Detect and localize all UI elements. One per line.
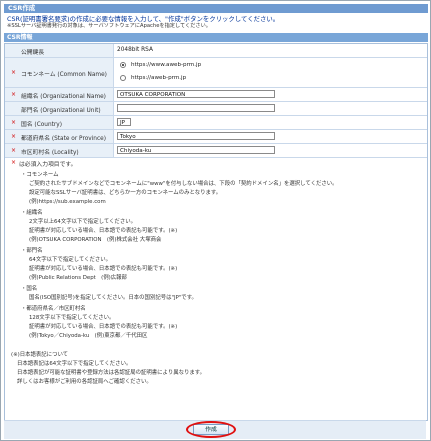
country-label: 国名 (Country) [21,122,62,128]
page-title: CSR作成 [4,4,428,13]
org-name-label: 組織名 (Organizational Name) [21,94,106,100]
highlight-ring [186,421,236,438]
common-name-radio-www[interactable] [120,62,126,68]
row-common-name: × コモンネーム (Common Name) https://www.aweb-… [5,58,427,88]
note-line: (※)日本語表記について [11,352,69,358]
note-line: ・国名 [21,286,38,292]
note-line: 証明書が対応している場合、日本語での表記も可能です。(※) [29,228,178,234]
note-line: (例)Public Relations Dept (例)広報部 [29,275,127,281]
csr-form: 公開鍵長 2048bit RSA × コモンネーム (Common Name) … [4,43,428,421]
required-mark: × [11,119,17,126]
intro-note: ※SSLサーバ証明書発行の対象は、サーバソフトウェアにApacheを指定してくだ… [7,23,211,29]
row-locality: × 市区町村名 (Locality) Chiyoda-ku [5,144,427,158]
note-line: 日本語表記が可能な証明書や登録方法は各認証局の証明書により異なります。 [17,370,206,376]
dialog-frame: CSR作成 CSR(証明書署名要求)の作成に必要な情報を入力して、"作成"ボタン… [0,0,431,441]
key-length-label: 公開鍵長 [21,50,45,56]
note-line: 証明書が対応している場合、日本語での表記も可能です。(※) [29,324,178,330]
note-line: 国名(ISO国別記号)を指定してください。日本の国別記号は"JP"です。 [29,295,197,301]
required-mark: × [11,91,17,98]
note-line: 日本語表記は64文字以下で指定してください。 [17,361,132,367]
note-line: ・コモンネーム [21,172,59,178]
common-name-label: コモンネーム (Common Name) [21,72,107,78]
common-name-option-root: https://aweb-prm.jp [131,75,187,81]
intro-instruction: CSR(証明書署名要求)の作成に必要な情報を入力して、"作成"ボタンをクリックし… [7,15,280,23]
row-state: × 都道府県名 (State or Province) Tokyo [5,130,427,144]
note-line: 証明書が対応している場合、日本語での表記も可能です。(※) [29,266,178,272]
org-unit-input[interactable] [117,104,275,112]
country-input[interactable]: JP [117,118,131,126]
state-input[interactable]: Tokyo [117,132,275,140]
required-mark: × [11,147,17,154]
note-line: 128文字以下で指定してください。 [29,315,115,321]
intro-text: CSR(証明書署名要求)の作成に必要な情報を入力して、"作成"ボタンをクリックし… [7,15,423,30]
note-line: ご契約されたサブドメインなどでコモンネームに"www"を付与しない場合は、下段の… [29,181,338,187]
row-country: × 国名 (Country) JP [5,116,427,130]
note-line: ・部門名 [21,248,43,254]
state-label: 都道府県名 (State or Province) [21,136,106,142]
common-name-radio-root[interactable] [120,75,126,81]
note-line: 2文字以上64文字以下で指定してください。 [29,219,136,225]
required-mark: × [11,159,17,166]
note-line: (例)OTSUKA CORPORATION (例)株式会社 大塚商会 [29,237,162,243]
locality-label: 市区町村名 (Locality) [21,150,79,156]
org-name-input[interactable]: OTSUKA CORPORATION [117,90,275,98]
note-line: 設定可能なSSLサーバ証明書は、どちらか一方のコモンネームのみとなります。 [29,190,222,196]
note-line: 詳しくはお客様がご利用の各認証局へご確認ください。 [17,379,152,385]
required-mark: × [11,133,17,140]
note-line: (例)https://sub.example.com [29,199,106,205]
row-org-unit: 部門名 (Organizational Unit) [5,102,427,116]
note-line: (例)Tokyo／Chiyoda-ku (例)東京都／千代田区 [29,333,148,339]
note-line: 64文字以下で指定してください。 [29,257,112,263]
note-line: ・都道府県名／市区町村名 [21,306,86,312]
action-bar: 作成 [4,420,426,439]
row-key-length: 公開鍵長 2048bit RSA [5,44,427,58]
common-name-option-www: https://www.aweb-prm.jp [131,62,202,68]
locality-input[interactable]: Chiyoda-ku [117,146,275,154]
required-note: は必須入力項目です。 [19,162,77,168]
key-length-value: 2048bit RSA [117,47,153,53]
required-mark: × [11,69,17,76]
row-org-name: × 組織名 (Organizational Name) OTSUKA CORPO… [5,88,427,102]
section-title: CSR情報 [4,33,428,42]
help-notes: × は必須入力項目です。 ・コモンネーム ご契約されたサブドメインなどでコモンネ… [5,158,427,416]
note-line: ・組織名 [21,210,43,216]
org-unit-label: 部門名 (Organizational Unit) [21,108,101,114]
